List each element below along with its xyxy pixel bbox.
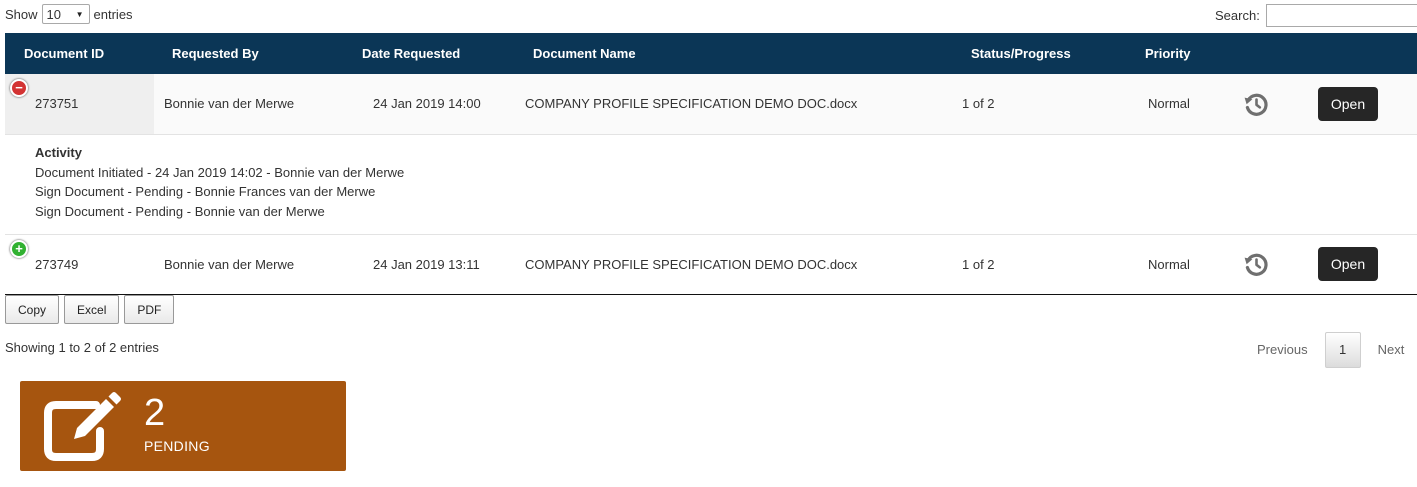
search-input[interactable]	[1265, 4, 1417, 27]
activity-title: Activity	[35, 144, 82, 160]
requested-by-cell: Bonnie van der Merwe	[154, 234, 344, 295]
excel-button[interactable]: Excel	[64, 295, 120, 324]
entries-length-control: Show 10 ▼ entries	[5, 4, 133, 24]
column-header-priority[interactable]: Priority	[1125, 33, 1233, 74]
column-header-history	[1233, 33, 1307, 74]
history-cell	[1233, 74, 1307, 135]
table-row[interactable]: + 273749 Bonnie van der Merwe 24 Jan 201…	[5, 234, 1417, 295]
show-label: Show	[5, 6, 38, 22]
open-document-button[interactable]: Open	[1318, 86, 1378, 121]
expand-row-icon[interactable]: +	[10, 239, 28, 258]
column-header-document-id[interactable]: Document ID	[5, 33, 154, 74]
pending-count: 2	[144, 392, 166, 434]
previous-page-button[interactable]: Previous	[1248, 333, 1317, 367]
open-document-button[interactable]: Open	[1318, 247, 1378, 281]
export-buttons: Copy Excel PDF	[5, 295, 175, 324]
activity-entry: Document Initiated - 24 Jan 2019 14:02 -…	[35, 164, 405, 180]
history-icon[interactable]	[1243, 251, 1269, 277]
page-button-current[interactable]: 1	[1324, 332, 1361, 368]
edit-icon	[44, 392, 121, 461]
entries-label: entries	[93, 6, 133, 22]
collapse-row-icon[interactable]: −	[10, 79, 28, 98]
date-requested-cell: 24 Jan 2019 14:00	[344, 74, 515, 135]
search-label: Search:	[1215, 8, 1260, 23]
pdf-button[interactable]: PDF	[124, 295, 175, 324]
entries-per-page-select[interactable]: 10 ▼	[41, 4, 90, 24]
action-cell: Open	[1307, 234, 1417, 295]
date-requested-cell: 24 Jan 2019 13:11	[344, 234, 515, 295]
action-cell: Open	[1307, 74, 1417, 135]
pending-stat-tile[interactable]: 2 PENDING	[20, 381, 346, 471]
entries-per-page-value: 10	[46, 6, 61, 22]
document-id: 273751	[35, 96, 79, 112]
column-header-status-progress[interactable]: Status/Progress	[952, 33, 1125, 74]
pagination: Previous 1 Next	[1248, 332, 1413, 368]
column-header-date-requested[interactable]: Date Requested	[344, 33, 515, 74]
search-control: Search:	[1215, 4, 1417, 27]
table-controls: Show 10 ▼ entries Search:	[0, 0, 1417, 32]
requested-by-cell: Bonnie van der Merwe	[154, 74, 344, 135]
document-id-cell: − 273751	[5, 74, 154, 135]
priority-cell: Normal	[1125, 234, 1233, 295]
column-header-document-name[interactable]: Document Name	[515, 33, 952, 74]
document-id-cell: + 273749	[5, 234, 154, 295]
history-icon[interactable]	[1243, 91, 1269, 117]
activity-panel: Activity Document Initiated - 24 Jan 201…	[5, 134, 1417, 235]
status-progress-cell: 1 of 2	[952, 234, 1125, 295]
table-row[interactable]: − 273751 Bonnie van der Merwe 24 Jan 201…	[5, 74, 1417, 135]
documents-table: Document ID Requested By Date Requested …	[5, 33, 1417, 295]
document-name-cell: COMPANY PROFILE SPECIFICATION DEMO DOC.d…	[515, 74, 952, 135]
column-header-requested-by[interactable]: Requested By	[154, 33, 344, 74]
priority-cell: Normal	[1125, 74, 1233, 135]
activity-entry: Sign Document - Pending - Bonnie van der…	[35, 203, 325, 219]
row-detail: Activity Document Initiated - 24 Jan 201…	[5, 134, 1417, 235]
table-header-row: Document ID Requested By Date Requested …	[5, 33, 1417, 74]
activity-entry: Sign Document - Pending - Bonnie Frances…	[35, 184, 376, 199]
history-cell	[1233, 234, 1307, 295]
document-name-cell: COMPANY PROFILE SPECIFICATION DEMO DOC.d…	[515, 234, 952, 295]
column-header-action	[1307, 33, 1417, 74]
status-progress-cell: 1 of 2	[952, 74, 1125, 135]
copy-button[interactable]: Copy	[5, 295, 60, 324]
next-page-button[interactable]: Next	[1369, 333, 1414, 367]
document-id: 273749	[35, 256, 79, 272]
caret-down-icon: ▼	[75, 9, 84, 19]
table-info: Showing 1 to 2 of 2 entries	[5, 340, 159, 355]
pending-label: PENDING	[144, 438, 210, 454]
